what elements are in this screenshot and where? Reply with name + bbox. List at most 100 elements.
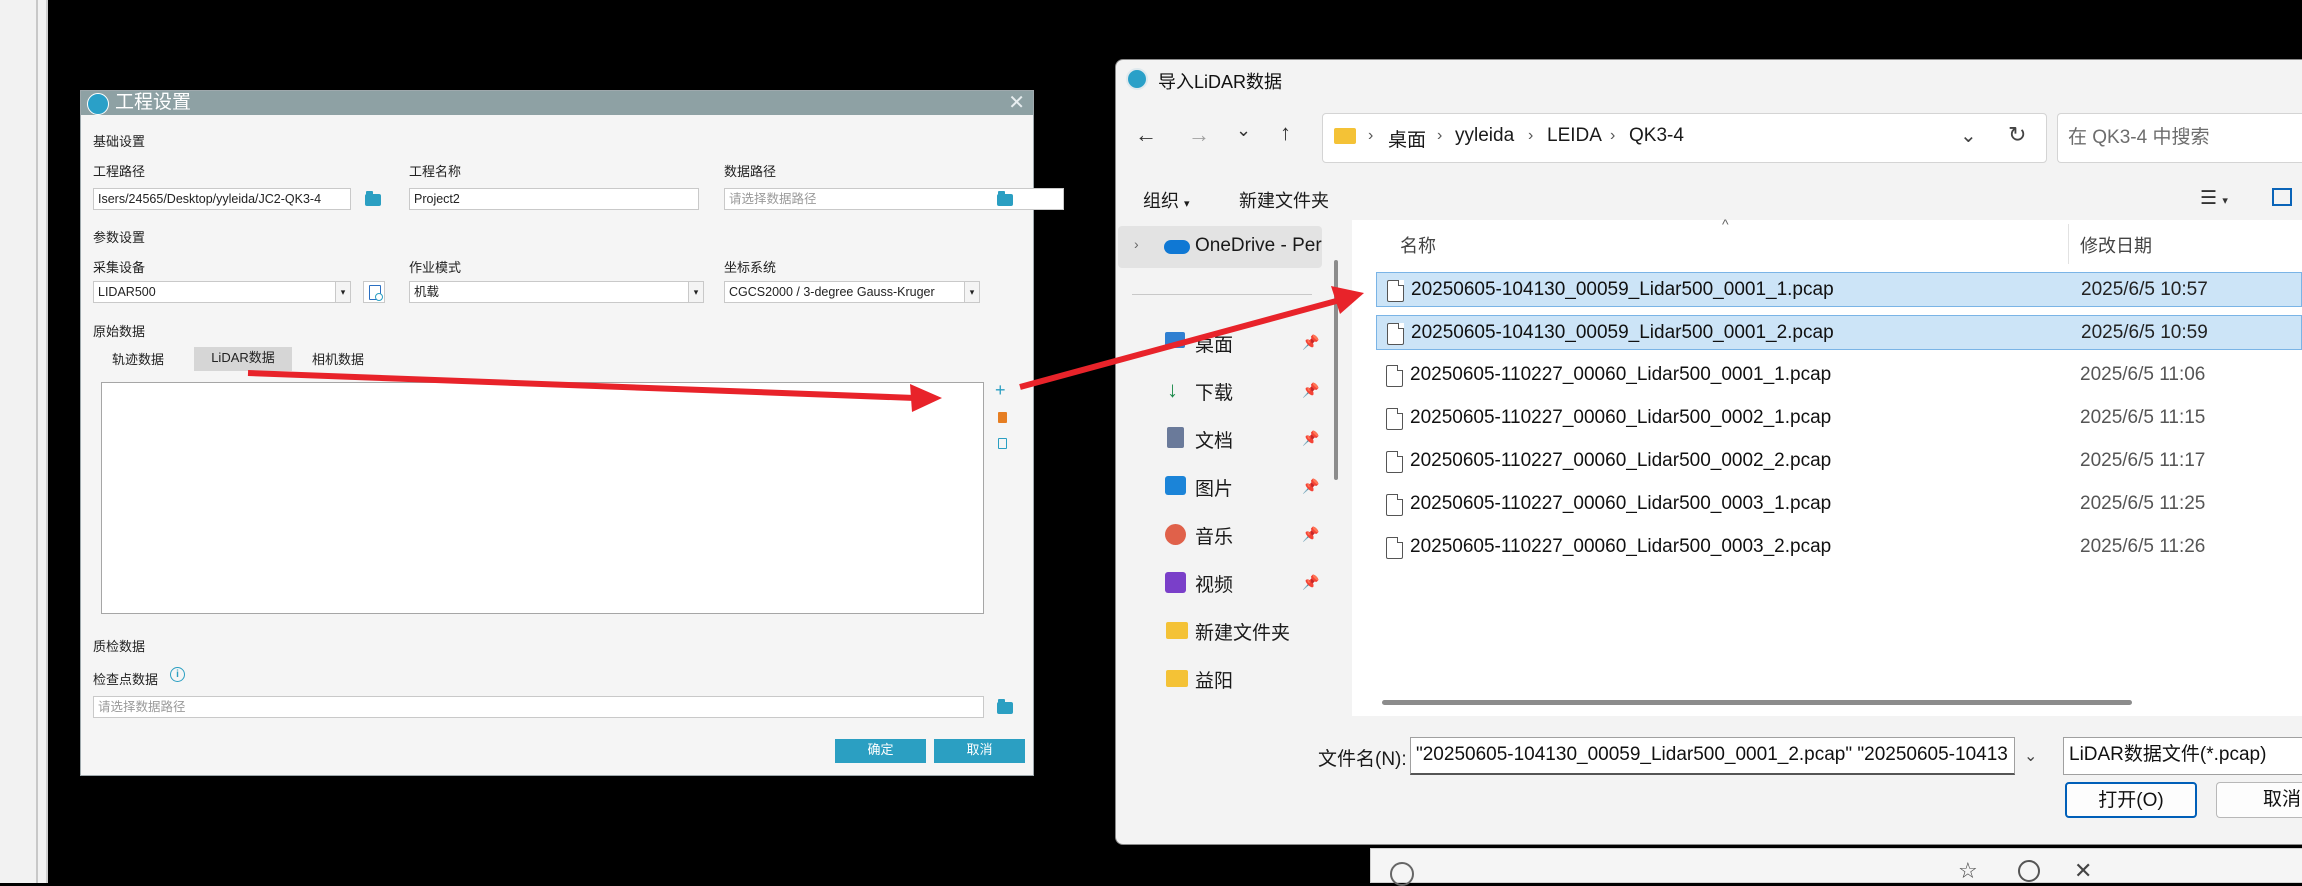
organize-label: 组织	[1143, 191, 1179, 211]
clear-icon[interactable]	[998, 438, 1007, 449]
chevron-right-icon[interactable]: ›	[1134, 236, 1139, 252]
section-qc: 质检数据	[93, 639, 146, 654]
open-button[interactable]: 打开(O)	[2065, 782, 2197, 818]
close-icon[interactable]: ✕	[1008, 91, 1025, 115]
search-input[interactable]: 在 QK3-4 中搜索	[2057, 113, 2302, 163]
file-date: 2025/6/5 11:15	[2080, 407, 2206, 428]
column-header-name[interactable]: 名称	[1400, 232, 1436, 258]
file-row[interactable]: 20250605-110227_00060_Lidar500_0003_2.pc…	[1376, 530, 2302, 565]
folder-icon[interactable]	[365, 191, 381, 206]
tab-trajectory[interactable]: 轨迹数据	[95, 349, 181, 373]
breadcrumb-desktop[interactable]: 桌面	[1388, 125, 1426, 152]
divider	[1132, 294, 1312, 295]
history-icon[interactable]	[2018, 860, 2040, 882]
file-row[interactable]: 20250605-104130_00059_Lidar500_0001_1.pc…	[1376, 272, 2302, 307]
filename-label: 文件名(N):	[1318, 749, 1407, 770]
ok-button[interactable]: 确定	[835, 739, 926, 763]
nav-item-desktop[interactable]: 桌面	[1195, 330, 1233, 357]
lidar-file-list[interactable]	[101, 382, 984, 614]
file-icon	[1386, 408, 1403, 430]
file-icon	[1387, 323, 1404, 345]
nav-item-download[interactable]: 下载	[1195, 378, 1233, 405]
column-divider[interactable]	[2068, 224, 2069, 264]
file-row[interactable]: 20250605-110227_00060_Lidar500_0002_1.pc…	[1376, 401, 2302, 436]
organize-menu[interactable]: 组织 ▾	[1143, 187, 1190, 213]
view-options-icon[interactable]: ☰ ▾	[2200, 187, 2228, 210]
star-icon[interactable]: ☆	[1958, 858, 1978, 884]
folder-icon[interactable]	[997, 699, 1013, 714]
file-row[interactable]: 20250605-110227_00060_Lidar500_0001_1.pc…	[1376, 358, 2302, 393]
file-name: 20250605-104130_00059_Lidar500_0001_1.pc…	[1411, 279, 1834, 300]
file-icon	[1386, 365, 1403, 387]
column-header-date[interactable]: 修改日期	[2080, 232, 2152, 258]
device-value: LIDAR500	[98, 285, 156, 299]
info-icon[interactable]: i	[170, 667, 185, 682]
nav-item-music[interactable]: 音乐	[1195, 522, 1233, 549]
file-name: 20250605-110227_00060_Lidar500_0001_1.pc…	[1410, 364, 1832, 385]
up-icon[interactable]: ↑	[1280, 120, 1291, 146]
checkpoint-path-field[interactable]: 请选择数据路径	[93, 696, 984, 718]
chevron-down-icon[interactable]: ⌄	[2024, 746, 2037, 766]
project-name-label: 工程名称	[409, 164, 462, 179]
music-icon	[1165, 524, 1186, 545]
horizontal-scrollbar[interactable]	[1382, 700, 2132, 705]
project-path-label: 工程路径	[93, 164, 146, 179]
nav-item-yiyang[interactable]: 益阳	[1195, 666, 1233, 693]
tab-lidar[interactable]: LiDAR数据	[194, 347, 292, 371]
file-date: 2025/6/5 10:57	[2081, 279, 2208, 300]
cancel-button[interactable]: 取消	[934, 739, 1025, 763]
nav-item-videos[interactable]: 视频	[1195, 570, 1233, 597]
project-path-field[interactable]: Isers/24565/Desktop/yyleida/JC2-QK3-4	[93, 188, 351, 210]
refresh-icon[interactable]: ↻	[2008, 122, 2026, 148]
pin-icon: 📌	[1302, 526, 1320, 542]
filename-input[interactable]: "20250605-104130_00059_Lidar500_0001_2.p…	[1410, 737, 2015, 775]
breadcrumb-leida[interactable]: LEIDA	[1547, 125, 1602, 147]
coord-select[interactable]: CGCS2000 / 3-degree Gauss-Kruger ▾	[724, 281, 980, 303]
tab-camera[interactable]: 相机数据	[295, 349, 381, 373]
breadcrumb[interactable]	[1322, 113, 2047, 163]
chevron-down-icon[interactable]: ▾	[335, 282, 350, 302]
nav-item-onedrive[interactable]: OneDrive - Per	[1195, 235, 1322, 257]
device-settings-icon[interactable]	[363, 281, 385, 303]
tools-icon[interactable]: ✕	[2074, 858, 2092, 884]
recent-locations-icon[interactable]: ⌄	[1236, 120, 1251, 141]
nav-item-pictures[interactable]: 图片	[1195, 474, 1233, 501]
delete-icon[interactable]	[998, 412, 1007, 423]
filetype-select[interactable]: LiDAR数据文件(*.pcap)	[2063, 737, 2302, 775]
import-dialog-title: 导入LiDAR数据	[1158, 72, 1283, 92]
device-select[interactable]: LIDAR500 ▾	[93, 281, 351, 303]
project-name-field[interactable]: Project2	[409, 188, 699, 210]
mode-value: 机载	[414, 285, 440, 299]
pin-icon: 📌	[1302, 478, 1320, 494]
nav-item-new-folder[interactable]: 新建文件夹	[1195, 618, 1290, 645]
forward-icon[interactable]: →	[1188, 122, 1210, 148]
folder-icon	[1334, 128, 1356, 144]
chevron-down-icon[interactable]: ⌄	[1960, 123, 1977, 148]
section-params: 参数设置	[93, 230, 146, 245]
folder-icon	[1166, 670, 1188, 687]
settings-icon[interactable]	[1390, 862, 1414, 886]
coord-label: 坐标系统	[724, 260, 777, 275]
add-icon[interactable]: +	[995, 381, 1006, 399]
nav-scrollbar[interactable]	[1334, 260, 1338, 480]
chevron-down-icon[interactable]: ▾	[964, 282, 979, 302]
folder-icon[interactable]	[997, 191, 1013, 206]
section-raw: 原始数据	[93, 324, 146, 339]
back-icon[interactable]: ←	[1135, 122, 1157, 148]
preview-pane-icon[interactable]	[2272, 188, 2292, 206]
file-row[interactable]: 20250605-110227_00060_Lidar500_0002_2.pc…	[1376, 444, 2302, 479]
new-folder-button[interactable]: 新建文件夹	[1239, 187, 1329, 213]
breadcrumb-yyleida[interactable]: yyleida	[1455, 125, 1514, 147]
breadcrumb-qk3-4[interactable]: QK3-4	[1629, 125, 1684, 147]
nav-item-documents[interactable]: 文档	[1195, 426, 1233, 453]
file-row[interactable]: 20250605-104130_00059_Lidar500_0001_2.pc…	[1376, 315, 2302, 350]
file-name: 20250605-104130_00059_Lidar500_0001_2.pc…	[1411, 322, 1834, 343]
mode-select[interactable]: 机载 ▾	[409, 281, 704, 303]
chevron-down-icon[interactable]: ▾	[688, 282, 703, 302]
cancel-button[interactable]: 取消	[2216, 782, 2302, 818]
file-row[interactable]: 20250605-110227_00060_Lidar500_0003_1.pc…	[1376, 487, 2302, 522]
file-name: 20250605-110227_00060_Lidar500_0002_1.pc…	[1410, 407, 1832, 428]
file-date: 2025/6/5 10:59	[2081, 322, 2208, 343]
breadcrumb-separator-icon: ›	[1368, 127, 1374, 144]
data-path-field[interactable]: 请选择数据路径	[724, 188, 1064, 210]
